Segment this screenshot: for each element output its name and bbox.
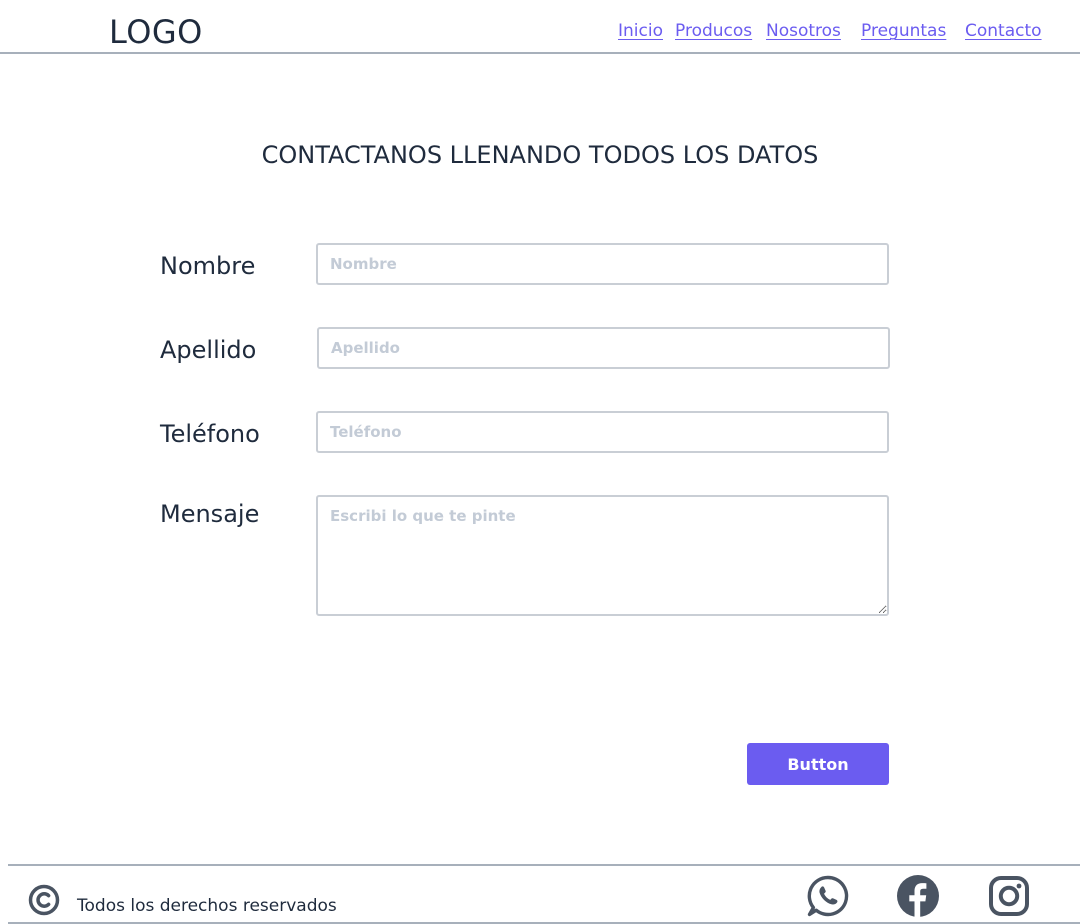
site-header: LOGO Inicio Producos Nosotros Preguntas … [0, 0, 1080, 54]
facebook-icon[interactable] [896, 874, 940, 918]
nav-link-nosotros[interactable]: Nosotros [766, 20, 841, 42]
instagram-icon[interactable] [987, 874, 1031, 918]
mensaje-textarea[interactable] [316, 495, 889, 616]
nombre-input[interactable] [316, 243, 889, 285]
site-footer: Todos los derechos reservados [8, 864, 1080, 924]
footer-copyright-text: Todos los derechos reservados [77, 896, 337, 916]
mensaje-label: Mensaje [160, 500, 260, 528]
nombre-label: Nombre [160, 252, 256, 280]
copyright-icon [28, 884, 60, 916]
whatsapp-icon[interactable] [806, 874, 850, 918]
nav-link-preguntas[interactable]: Preguntas [861, 20, 946, 42]
nav-link-inicio[interactable]: Inicio [618, 20, 663, 42]
telefono-label: Teléfono [160, 420, 260, 448]
apellido-label: Apellido [160, 336, 257, 364]
telefono-input[interactable] [316, 411, 889, 453]
submit-button[interactable]: Button [747, 743, 889, 785]
nav-link-productos[interactable]: Producos [675, 20, 752, 42]
apellido-input[interactable] [317, 327, 890, 369]
page-title: CONTACTANOS LLENANDO TODOS LOS DATOS [261, 141, 819, 169]
nav-link-contacto[interactable]: Contacto [965, 20, 1042, 42]
logo[interactable]: LOGO [109, 12, 203, 52]
